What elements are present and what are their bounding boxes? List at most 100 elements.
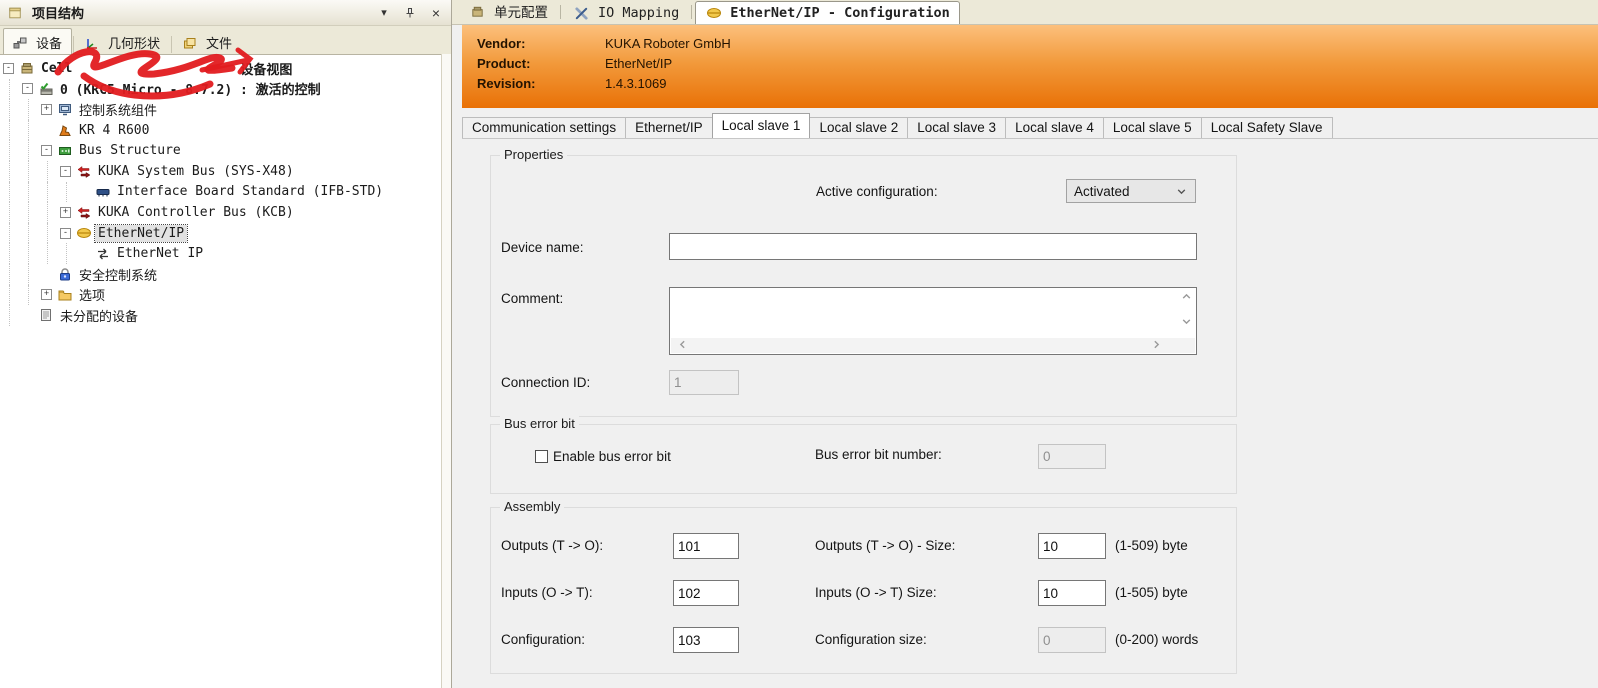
project-tree: -Cell设备视图-0 (KRC5 Micro - 8.7.2) : 激活的控制… [0, 54, 442, 688]
assembly-value-input[interactable] [673, 533, 739, 559]
tree-node[interactable]: - Cell 设备视图 [0, 58, 442, 79]
tree-node[interactable]: - EtherNet/IP [0, 223, 442, 244]
tree-indent [0, 161, 19, 182]
tree-node[interactable]: EtherNet IP [0, 243, 442, 264]
assembly-size-input[interactable] [1038, 580, 1106, 606]
scroll-left-icon[interactable] [677, 338, 688, 353]
device-name-input[interactable] [669, 233, 1197, 260]
tree-node[interactable]: 安全控制系统 [0, 264, 442, 285]
tree-indent [19, 285, 38, 306]
expander-minus-icon[interactable]: - [60, 228, 71, 239]
toolbar-tab-3[interactable]: 文件 [173, 28, 242, 56]
vendor-value: KUKA Roboter GmbH [605, 34, 731, 54]
tree-node[interactable]: + 控制系统组件 [0, 99, 442, 120]
unassigned-icon [37, 307, 54, 323]
tree-node-label[interactable]: Interface Board Standard (IFB-STD) [114, 183, 386, 200]
assembly-size-input[interactable] [1038, 627, 1106, 653]
tree-indent [19, 202, 38, 223]
comment-input[interactable] [671, 289, 1163, 339]
controller-icon [37, 81, 54, 97]
assembly-value-input[interactable] [673, 627, 739, 653]
assembly-unit-label: (1-505) byte [1115, 585, 1188, 600]
configuration-tabs: Communication settingsEthernet/IPLocal s… [462, 114, 1598, 139]
bus-structure-icon [56, 143, 73, 159]
tree-node[interactable]: + 选项 [0, 285, 442, 306]
tree-node[interactable]: Interface Board Standard (IFB-STD) [0, 182, 442, 203]
tree-node-label[interactable]: 选项 [76, 284, 108, 305]
close-icon[interactable]: × [427, 4, 445, 22]
scroll-up-icon[interactable] [1181, 290, 1192, 305]
tree-node-label[interactable]: Bus Structure [76, 142, 184, 159]
connection-id-input[interactable] [669, 370, 739, 395]
doc-tab-2[interactable]: IO Mapping [564, 2, 688, 24]
tree-node[interactable]: 未分配的设备 [0, 305, 442, 326]
document-tabs: 单元配置 IO Mapping EtherNet/IP - Configuratio… [452, 0, 1598, 25]
tree-node-label[interactable]: 安全控制系统 [76, 264, 160, 285]
doc-tab-separator [560, 5, 561, 19]
tree-node-label[interactable]: KUKA Controller Bus (KCB) [95, 204, 297, 221]
tree-node-label[interactable]: KR 4 R600 [76, 122, 152, 139]
tab-local-slave-2[interactable]: Local slave 2 [809, 117, 908, 138]
tab-local-slave-1[interactable]: Local slave 1 [712, 113, 811, 138]
tree-node[interactable]: + KUKA Controller Bus (KCB) [0, 202, 442, 223]
tree-indent [0, 120, 19, 141]
tab-local-slave-4[interactable]: Local slave 4 [1005, 117, 1104, 138]
assembly-group: Assembly Outputs (T -> O):Outputs (T -> … [490, 507, 1237, 674]
tab-local-safety-slave[interactable]: Local Safety Slave [1201, 117, 1333, 138]
tree-indent [19, 120, 38, 141]
tree-node-label-suffix[interactable]: 设备视图 [237, 58, 295, 79]
expander-plus-icon[interactable]: + [41, 104, 52, 115]
scroll-down-icon[interactable] [1181, 315, 1192, 330]
tree-node-label[interactable]: 0 (KRC5 Micro - 8.7.2) : 激活的控制 [57, 78, 324, 99]
expander-minus-icon[interactable]: - [41, 145, 52, 156]
tab-communication-settings[interactable]: Communication settings [462, 117, 626, 138]
bus-error-number-input[interactable] [1038, 444, 1106, 469]
assembly-unit-label: (1-509) byte [1115, 538, 1188, 553]
revision-label: Revision: [477, 74, 605, 94]
tree-node[interactable]: KR 4 R600 [0, 120, 442, 141]
bus-error-legend: Bus error bit [500, 416, 579, 431]
expander-plus-icon[interactable]: + [41, 289, 52, 300]
tree-indent [0, 223, 19, 244]
tree-node-label[interactable]: EtherNet IP [114, 245, 206, 262]
tree-node-label[interactable]: 未分配的设备 [57, 305, 141, 326]
tree-indent [0, 79, 19, 100]
tab-local-slave-3[interactable]: Local slave 3 [907, 117, 1006, 138]
assembly-unit-label: (0-200) words [1115, 632, 1198, 647]
assembly-value-input[interactable] [673, 580, 739, 606]
tree-node-label[interactable]: 控制系统组件 [76, 99, 160, 120]
doc-tab-1[interactable]: 单元配置 [460, 0, 557, 24]
expander-minus-icon[interactable]: - [60, 166, 71, 177]
pin-icon[interactable] [401, 4, 419, 22]
toolbar-tab-1[interactable]: 设备 [3, 28, 72, 56]
toolbar-tab-2[interactable]: 几何形状 [75, 28, 170, 56]
devices-icon [11, 35, 28, 51]
tree-node[interactable]: - 0 (KRC5 Micro - 8.7.2) : 激活的控制 [0, 79, 442, 100]
tab-ethernet-ip[interactable]: Ethernet/IP [625, 117, 713, 138]
window-menu-caret-icon[interactable]: ▾ [375, 4, 393, 22]
tree-node-label[interactable]: EtherNet/IP [95, 225, 187, 242]
tree-node-label[interactable]: KUKA System Bus (SYS-X48) [95, 163, 297, 180]
expander-minus-icon[interactable]: - [22, 83, 33, 94]
scroll-right-icon[interactable] [1151, 338, 1162, 353]
tree-indent [19, 140, 38, 161]
tree-node[interactable]: - KUKA System Bus (SYS-X48) [0, 161, 442, 182]
doc-tab-3[interactable]: EtherNet/IP - Configuration [695, 1, 959, 24]
product-value: EtherNet/IP [605, 54, 672, 74]
expander-minus-icon[interactable]: - [3, 63, 14, 74]
tree-node-label[interactable]: Cell [38, 60, 75, 77]
doc-tab-label: EtherNet/IP - Configuration [730, 5, 949, 21]
safety-lock-icon [56, 266, 73, 282]
robot-icon [56, 122, 73, 138]
active-configuration-select[interactable]: Activated [1066, 179, 1196, 203]
tree-scrollbar[interactable] [441, 54, 451, 688]
assembly-size-input[interactable] [1038, 533, 1106, 559]
properties-group: Properties Active configuration: Activat… [490, 155, 1237, 417]
tab-local-slave-5[interactable]: Local slave 5 [1103, 117, 1202, 138]
expander-plus-icon[interactable]: + [60, 207, 71, 218]
tree-node[interactable]: - Bus Structure [0, 140, 442, 161]
tree-indent [0, 285, 19, 306]
tree-indent [38, 161, 57, 182]
device-info-banner: Vendor: KUKA Roboter GmbH Product: Ether… [462, 25, 1598, 108]
enable-bus-error-checkbox[interactable] [535, 450, 548, 463]
